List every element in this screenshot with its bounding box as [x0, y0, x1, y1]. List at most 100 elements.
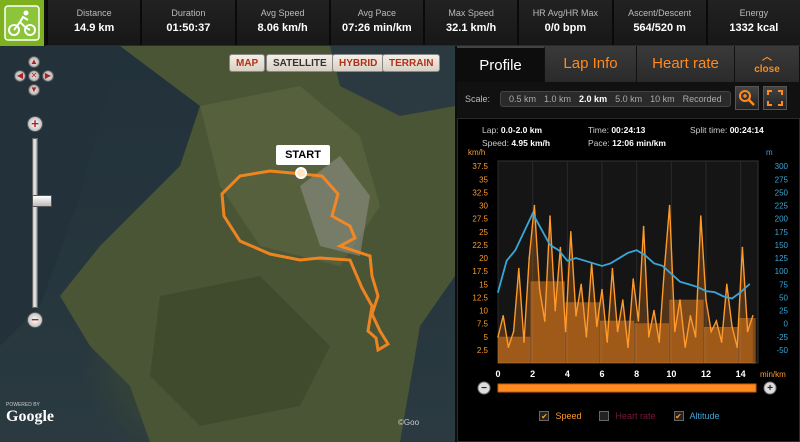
- y-right-tick-label: 250: [775, 188, 789, 197]
- scale-option[interactable]: 10 km: [650, 94, 675, 104]
- zoom-in-icon[interactable]: +: [27, 116, 43, 132]
- stat-value: 32.1 km/h: [446, 22, 497, 34]
- range-slider-track[interactable]: [497, 383, 757, 393]
- stat-label: Avg Speed: [260, 8, 305, 18]
- altitude-point: [583, 259, 586, 262]
- speed-point: [549, 215, 551, 217]
- y-left-tick-label: 25: [479, 228, 488, 237]
- pan-control[interactable]: ▲ ◀ ✕ ▶ ▼: [12, 54, 56, 110]
- legend-heart-rate[interactable]: Heart rate: [599, 411, 656, 421]
- y-left-tick-label: 32.5: [472, 188, 488, 197]
- close-button[interactable]: ︿ close: [735, 46, 800, 82]
- speed-point: [570, 231, 572, 233]
- scale-selector: 0.5 km 1.0 km 2.0 km 5.0 km 10 km Record…: [500, 91, 731, 107]
- y-left-tick-label: 17.5: [472, 267, 488, 276]
- speed-point: [694, 335, 697, 338]
- pan-up-icon[interactable]: ▲: [28, 56, 40, 68]
- map-type-terrain-button[interactable]: TERRAIN: [382, 54, 441, 72]
- stat-label: Ascent/Descent: [628, 8, 692, 18]
- speed-point: [518, 267, 520, 270]
- stat-label: Avg Pace: [357, 8, 397, 18]
- y-right-tick-label: -50: [776, 346, 788, 355]
- altitude-checkbox[interactable]: ✔: [673, 411, 684, 421]
- y-left-tick-label: 15: [479, 280, 488, 289]
- map-type-satellite-button[interactable]: SATELLITE: [266, 54, 334, 72]
- speed-point: [715, 320, 718, 322]
- altitude-point: [679, 280, 681, 283]
- stat-duration: Duration 01:50:37: [140, 0, 235, 45]
- tab-lap-info[interactable]: Lap Info: [545, 46, 637, 82]
- x-tick-label: 6: [599, 369, 604, 379]
- altitude-point: [514, 249, 517, 251]
- tab-heart-rate[interactable]: Heart rate: [637, 46, 735, 82]
- speed-point: [736, 346, 738, 349]
- altitude-point: [497, 291, 499, 293]
- speed-checkbox[interactable]: ✔: [539, 411, 550, 421]
- scale-option[interactable]: 0.5 km: [509, 94, 536, 104]
- stat-heart-rate: HR Avg/HR Max 0/0 bpm: [517, 0, 612, 45]
- y-right-tick-label: 50: [779, 293, 788, 302]
- zoom-chart-button[interactable]: [735, 86, 759, 110]
- y-right-tick-label: 200: [775, 215, 789, 224]
- route-map[interactable]: MAP SATELLITE HYBRID TERRAIN ▲ ◀ ✕ ▶ ▼ +…: [0, 46, 455, 442]
- speed-point: [616, 330, 619, 333]
- time-label: Time:: [588, 125, 609, 135]
- profile-chart[interactable]: km/h m2.557.51012.51517.52022.52527.53032…: [458, 141, 800, 411]
- speed-point: [538, 288, 541, 291]
- altitude-point: [687, 283, 690, 286]
- speed-point: [502, 314, 504, 317]
- pan-right-icon[interactable]: ▶: [42, 70, 54, 82]
- pan-center-icon[interactable]: ✕: [28, 70, 40, 82]
- y-right-tick-label: 275: [775, 175, 789, 184]
- map-type-map-button[interactable]: MAP: [229, 54, 266, 72]
- stat-value: 1332 kcal: [729, 22, 779, 34]
- altitude-point: [627, 252, 629, 254]
- y-right-tick-label: 225: [775, 202, 789, 211]
- altitude-point: [661, 265, 664, 267]
- scale-option[interactable]: 5.0 km: [615, 94, 642, 104]
- y-left-tick-label: 22.5: [472, 241, 488, 250]
- google-logo[interactable]: Google: [6, 408, 54, 426]
- speed-point: [596, 325, 598, 328]
- altitude-point: [575, 257, 577, 259]
- stat-value: 0/0 bpm: [544, 22, 587, 34]
- scale-option-selected[interactable]: 2.0 km: [579, 94, 607, 104]
- lap-label: Lap:: [482, 125, 499, 135]
- speed-point: [720, 341, 723, 343]
- speed-point: [648, 335, 650, 338]
- speed-point: [710, 330, 712, 333]
- tab-profile[interactable]: Profile: [457, 46, 545, 82]
- x-tick-label: 12: [701, 369, 711, 379]
- scale-label: Scale:: [465, 94, 491, 104]
- x-tick-label: 14: [736, 369, 746, 379]
- legend-altitude-label: Altitude: [689, 411, 720, 421]
- y-right-tick-label: 125: [775, 254, 789, 263]
- right-unit-label: m: [766, 148, 773, 157]
- altitude-point: [635, 249, 638, 251]
- pan-down-icon[interactable]: ▼: [28, 84, 40, 96]
- altitude-point: [549, 244, 551, 246]
- zoom-control[interactable]: + −: [26, 116, 52, 336]
- altitude-point: [523, 231, 525, 233]
- pan-left-icon[interactable]: ◀: [14, 70, 26, 82]
- fullscreen-button[interactable]: [763, 86, 787, 110]
- y-left-tick-label: 37.5: [472, 162, 488, 171]
- zoom-slider-track[interactable]: [32, 138, 52, 308]
- altitude-point: [653, 262, 655, 265]
- scale-option[interactable]: Recorded: [683, 94, 722, 104]
- map-copyright[interactable]: ©Goo: [398, 418, 419, 427]
- y-left-tick-label: 12.5: [472, 293, 488, 302]
- split-info: Split time: 00:24:14: [690, 125, 764, 135]
- heart-rate-checkbox[interactable]: [599, 411, 610, 421]
- legend-speed[interactable]: ✔ Speed: [539, 411, 581, 421]
- speed-point: [611, 267, 614, 270]
- lap-info: Lap: 0.0-2.0 km: [482, 125, 542, 135]
- legend-altitude[interactable]: ✔ Altitude: [673, 411, 720, 421]
- magnifier-icon: [739, 90, 755, 106]
- scale-option[interactable]: 1.0 km: [544, 94, 571, 104]
- map-type-hybrid-button[interactable]: HYBRID: [332, 54, 385, 72]
- altitude-point: [609, 262, 612, 265]
- legend-heart-rate-label: Heart rate: [615, 411, 656, 421]
- zoom-slider-thumb[interactable]: [32, 195, 52, 207]
- zoom-out-icon[interactable]: −: [27, 312, 43, 328]
